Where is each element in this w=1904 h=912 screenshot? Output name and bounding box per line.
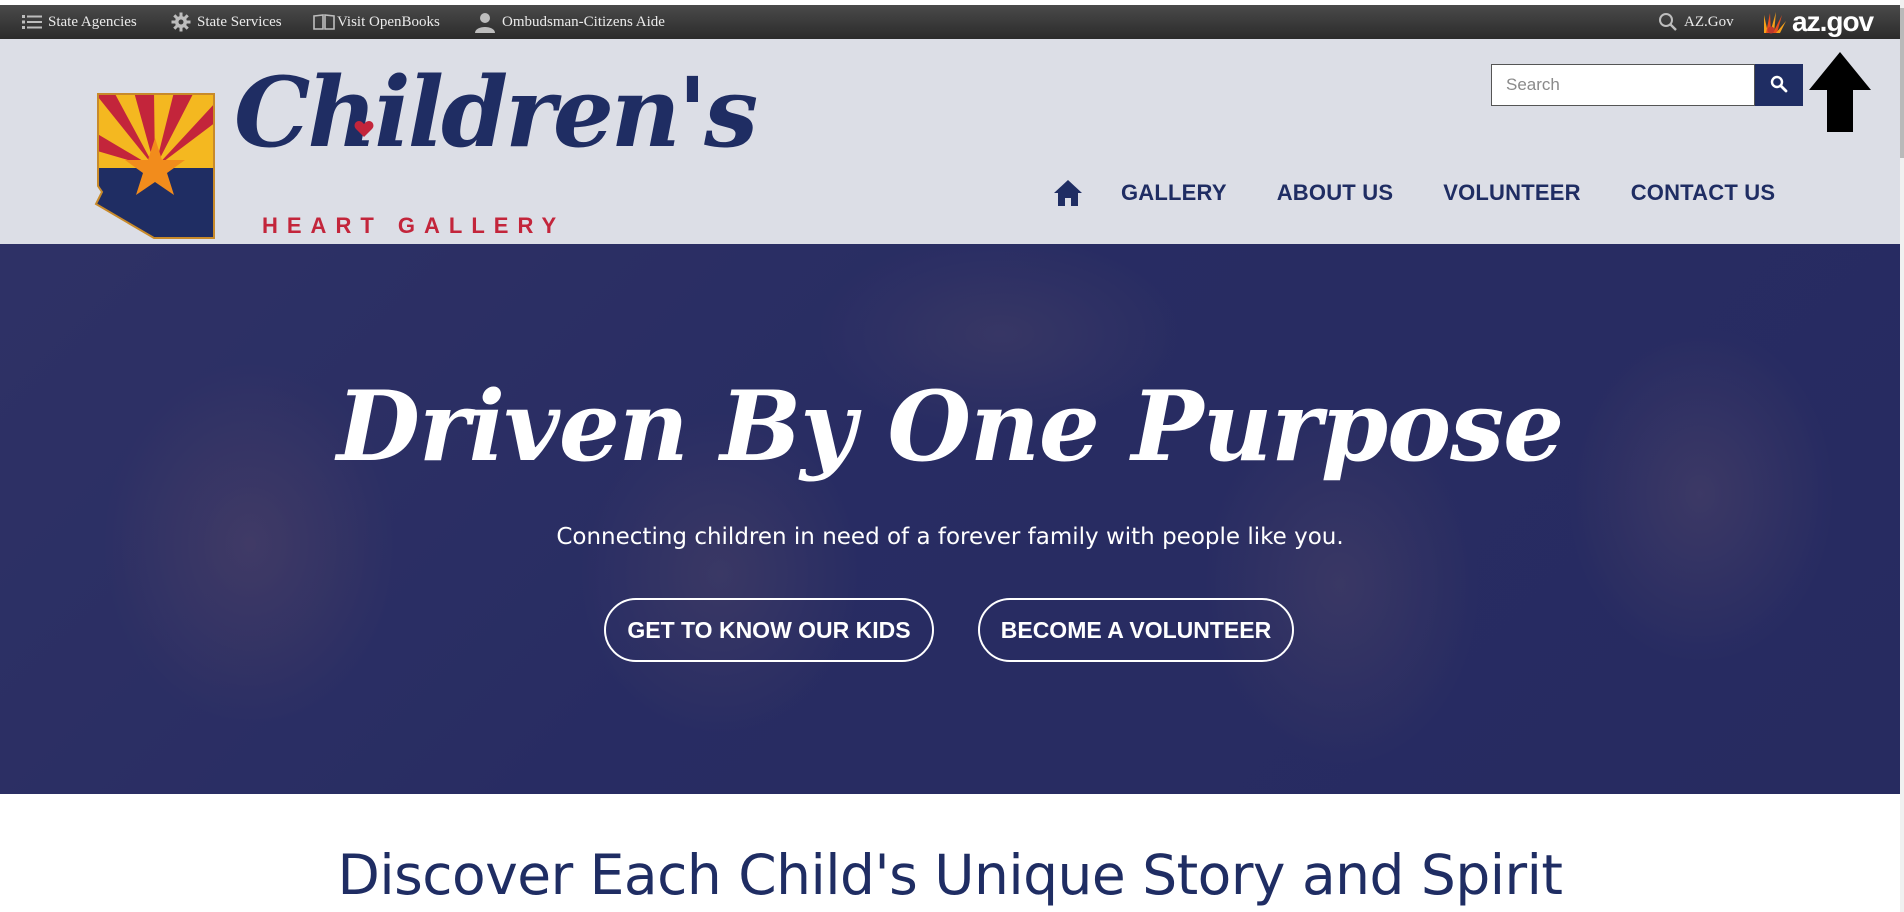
sun-icon <box>1762 9 1788 35</box>
hero-banner: Driven By One Purpose Connecting childre… <box>0 244 1900 794</box>
nav-volunteer[interactable]: VOLUNTEER <box>1443 180 1580 206</box>
arizona-flag-icon <box>94 93 215 239</box>
hero-overlay <box>0 244 1900 794</box>
nav-gallery[interactable]: GALLERY <box>1121 180 1227 206</box>
get-to-know-our-kids-button[interactable]: GET TO KNOW OUR KIDS <box>604 598 934 662</box>
ombudsman-label: Ombudsman-Citizens Aide <box>502 13 665 30</box>
azgov-logo-text: az.gov <box>1792 6 1874 37</box>
visit-openbooks-link[interactable]: Visit OpenBooks <box>313 5 440 39</box>
search-icon <box>1770 75 1788 96</box>
nav-contact-us[interactable]: CONTACT US <box>1631 180 1776 206</box>
state-bar: State Agencies State Services Visit Open… <box>0 5 1900 39</box>
search-button[interactable] <box>1755 64 1803 106</box>
page-scrollbar[interactable] <box>1900 0 1904 912</box>
book-icon <box>313 14 335 30</box>
visit-openbooks-label: Visit OpenBooks <box>337 13 440 30</box>
scrollbar-thumb[interactable] <box>1900 8 1904 158</box>
hero-tagline: Connecting children in need of a forever… <box>556 524 1344 550</box>
scroll-to-top-arrow-icon[interactable] <box>1809 52 1871 132</box>
state-agencies-label: State Agencies <box>48 13 137 30</box>
section-heading: Discover Each Child's Unique Story and S… <box>337 843 1563 907</box>
gear-icon <box>171 12 191 32</box>
site-header: Children's HEART GALLERY GALLERY ABOUT U… <box>0 39 1900 244</box>
list-icon <box>22 14 42 30</box>
ombudsman-link[interactable]: Ombudsman-Citizens Aide <box>474 5 665 39</box>
state-services-link[interactable]: State Services <box>171 5 282 39</box>
logo-script: Children's <box>234 56 758 169</box>
site-logo[interactable]: Children's HEART GALLERY <box>94 65 758 239</box>
azgov-logo[interactable]: az.gov <box>1762 5 1874 39</box>
home-icon[interactable] <box>1052 177 1084 209</box>
person-icon <box>474 11 496 33</box>
nav-about-us[interactable]: ABOUT US <box>1277 180 1394 206</box>
search-box <box>1491 64 1803 106</box>
azgov-search-link[interactable]: AZ.Gov <box>1658 5 1734 39</box>
azgov-link-label: AZ.Gov <box>1684 13 1734 30</box>
become-a-volunteer-button[interactable]: BECOME A VOLUNTEER <box>978 598 1294 662</box>
main-nav: GALLERY ABOUT US VOLUNTEER CONTACT US <box>1052 173 1775 213</box>
logo-subtitle: HEART GALLERY <box>262 213 566 238</box>
search-icon <box>1658 12 1678 32</box>
state-agencies-link[interactable]: State Agencies <box>22 5 137 39</box>
search-input[interactable] <box>1491 64 1755 106</box>
hero-headline: Driven By One Purpose <box>336 370 1564 483</box>
state-services-label: State Services <box>197 13 282 30</box>
heart-icon <box>354 120 374 143</box>
